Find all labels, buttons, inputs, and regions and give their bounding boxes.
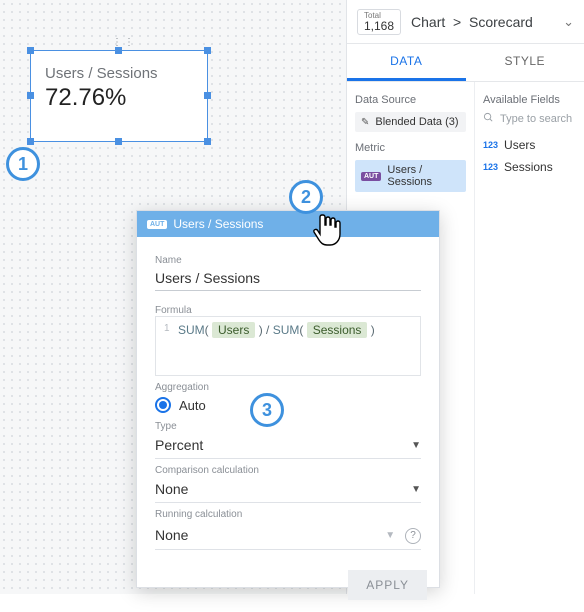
comparison-label: Comparison calculation bbox=[155, 465, 421, 476]
metric-label: Metric bbox=[355, 142, 466, 154]
scorecard-label: Users / Sessions bbox=[31, 51, 207, 82]
search-icon bbox=[483, 112, 494, 126]
calculated-field-popup: AUT Users / Sessions Name Formula 1 SUM(… bbox=[136, 210, 440, 588]
field-name: Users bbox=[504, 138, 535, 152]
chevron-down-icon: ▼ bbox=[411, 484, 421, 495]
name-input[interactable] bbox=[155, 266, 421, 291]
scorecard-value: 72.76% bbox=[31, 82, 207, 114]
chevron-down-icon[interactable]: ⌄ bbox=[563, 14, 574, 30]
formula-op: / bbox=[266, 323, 269, 337]
formula-fn: SUM bbox=[178, 323, 205, 337]
resize-handle[interactable] bbox=[115, 138, 122, 145]
total-value: 1,168 bbox=[364, 20, 394, 32]
available-fields-heading: Available Fields bbox=[483, 94, 576, 106]
comparison-dropdown[interactable]: None ▼ bbox=[155, 476, 421, 503]
numeric-badge: 123 bbox=[483, 140, 498, 150]
total-chip[interactable]: Total 1,168 bbox=[357, 9, 401, 35]
tab-style[interactable]: STYLE bbox=[466, 44, 584, 81]
resize-handle[interactable] bbox=[27, 138, 34, 145]
data-source-value: Blended Data (3) bbox=[375, 116, 458, 128]
resize-handle[interactable] bbox=[27, 92, 34, 99]
available-field[interactable]: 123 Users bbox=[483, 134, 576, 156]
scorecard-widget[interactable]: ⋮⋮ Users / Sessions 72.76% bbox=[30, 50, 208, 142]
formula-fn: SUM bbox=[273, 323, 300, 337]
popup-header[interactable]: AUT Users / Sessions bbox=[137, 211, 439, 237]
resize-handle[interactable] bbox=[204, 92, 211, 99]
formula-field: Sessions bbox=[307, 322, 368, 338]
callout-step-1: 1 bbox=[6, 147, 40, 181]
breadcrumb[interactable]: Chart > Scorecard bbox=[411, 14, 563, 30]
formula-label: Formula bbox=[155, 305, 421, 316]
resize-handle[interactable] bbox=[204, 138, 211, 145]
help-icon[interactable]: ? bbox=[405, 528, 421, 544]
metric-chip[interactable]: AUT Users / Sessions bbox=[355, 160, 466, 192]
type-value: Percent bbox=[155, 437, 203, 453]
type-label: Type bbox=[155, 421, 421, 432]
pencil-icon: ✎ bbox=[361, 117, 369, 128]
chevron-down-icon: ▼ bbox=[385, 530, 395, 541]
name-label: Name bbox=[155, 255, 421, 266]
metric-value: Users / Sessions bbox=[387, 164, 460, 188]
resize-handle[interactable] bbox=[204, 47, 211, 54]
available-fields-column: Available Fields Type to search 123 User… bbox=[475, 82, 584, 594]
running-dropdown[interactable]: None ▼ ? bbox=[155, 520, 421, 550]
search-placeholder: Type to search bbox=[500, 113, 572, 125]
breadcrumb-chart: Chart bbox=[411, 14, 445, 30]
aut-badge: AUT bbox=[147, 220, 167, 229]
available-field[interactable]: 123 Sessions bbox=[483, 156, 576, 178]
data-source-label: Data Source bbox=[355, 94, 466, 106]
panel-header: Total 1,168 Chart > Scorecard ⌄ bbox=[347, 0, 584, 44]
aut-badge: AUT bbox=[361, 172, 381, 181]
panel-tabs: DATA STYLE bbox=[347, 44, 584, 82]
resize-handle[interactable] bbox=[27, 47, 34, 54]
data-source-chip[interactable]: ✎ Blended Data (3) bbox=[355, 112, 466, 132]
running-value: None bbox=[155, 527, 188, 543]
callout-step-2: 2 bbox=[289, 180, 323, 214]
breadcrumb-scorecard: Scorecard bbox=[469, 14, 533, 30]
line-number: 1 bbox=[164, 323, 172, 334]
radio-selected-icon bbox=[155, 397, 171, 413]
callout-step-3: 3 bbox=[250, 393, 284, 427]
resize-handle[interactable] bbox=[115, 47, 122, 54]
field-name: Sessions bbox=[504, 160, 553, 174]
chevron-down-icon: ▼ bbox=[411, 440, 421, 451]
formula-editor[interactable]: 1 SUM( Users ) / SUM( Sessions ) bbox=[155, 316, 421, 376]
aggregation-option[interactable]: Auto bbox=[155, 397, 421, 413]
aggregation-label: Aggregation bbox=[155, 382, 421, 393]
breadcrumb-sep: > bbox=[453, 14, 461, 30]
running-label: Running calculation bbox=[155, 509, 421, 520]
formula-field: Users bbox=[212, 322, 255, 338]
search-input[interactable]: Type to search bbox=[483, 112, 576, 126]
numeric-badge: 123 bbox=[483, 162, 498, 172]
apply-button[interactable]: APPLY bbox=[348, 570, 427, 600]
type-dropdown[interactable]: Percent ▼ bbox=[155, 432, 421, 459]
tab-data[interactable]: DATA bbox=[347, 44, 466, 81]
aggregation-value: Auto bbox=[179, 398, 206, 413]
comparison-value: None bbox=[155, 481, 188, 497]
popup-title: Users / Sessions bbox=[173, 217, 263, 231]
